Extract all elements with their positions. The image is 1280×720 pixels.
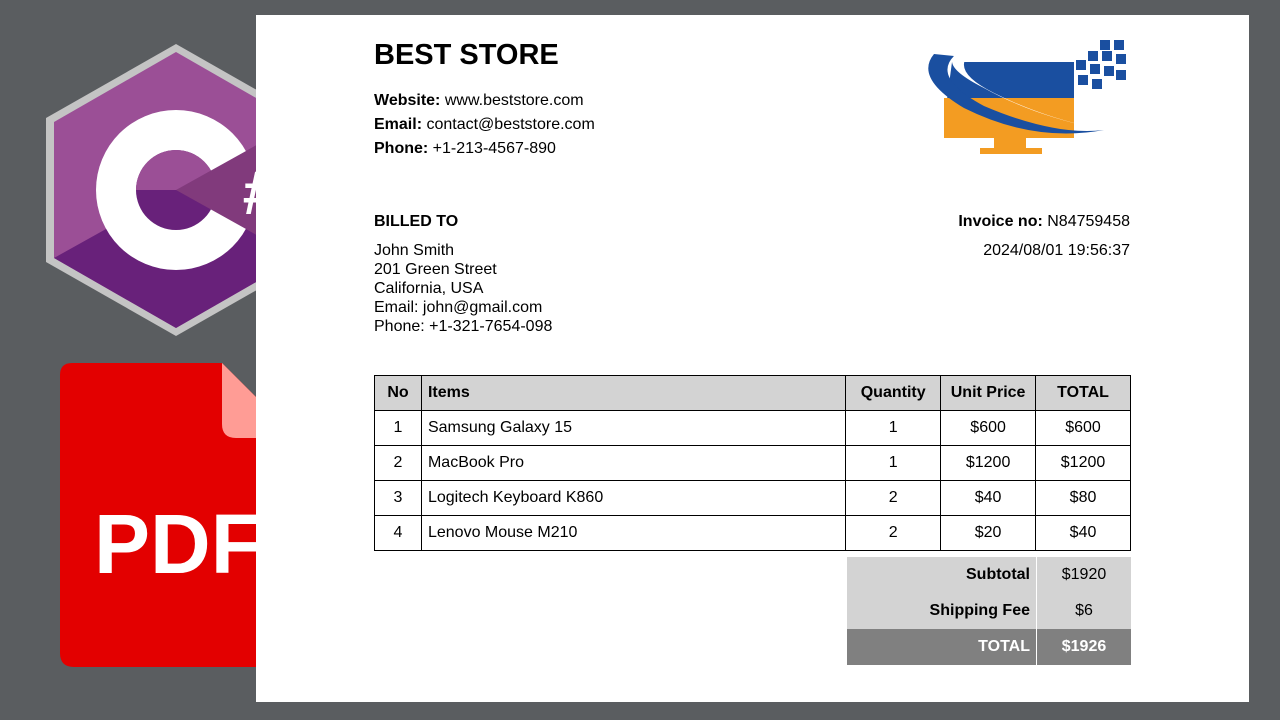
cell-unit-price: $600 <box>940 410 1037 446</box>
cell-quantity: 1 <box>845 410 942 446</box>
email-value: contact@beststore.com <box>426 116 595 133</box>
invoice-number-line: Invoice no: N84759458 <box>958 213 1130 231</box>
grand-total-value: $1926 <box>1036 629 1131 665</box>
cell-total: $1200 <box>1035 445 1131 481</box>
cell-item: Samsung Galaxy 15 <box>420 410 847 446</box>
email-label: Email: <box>374 116 423 133</box>
billed-to-heading: BILLED TO <box>374 213 459 230</box>
cell-item: MacBook Pro <box>420 445 847 481</box>
col-header-no: No <box>374 375 422 411</box>
subtotal-row: Subtotal $1920 <box>847 557 1131 593</box>
grand-total-label: TOTAL <box>978 638 1030 655</box>
cell-total: $80 <box>1035 480 1131 516</box>
pdf-label: PDF <box>94 497 262 591</box>
store-name: BEST STORE <box>374 39 559 71</box>
cell-unit-price: $1200 <box>940 445 1037 481</box>
billed-email: Email: john@gmail.com <box>374 299 543 316</box>
cell-unit-price: $40 <box>940 480 1037 516</box>
subtotal-value: $1920 <box>1036 557 1131 593</box>
table-row: 4 Lenovo Mouse M210 2 $20 $40 <box>374 515 1131 551</box>
shipping-value: $6 <box>1036 593 1131 629</box>
website-line: Website: www.beststore.com <box>374 92 584 110</box>
totals-block: Subtotal $1920 Shipping Fee $6 TOTAL $19… <box>847 557 1131 665</box>
phone-line: Phone: +1-213-4567-890 <box>374 140 556 158</box>
invoice-number: N84759458 <box>1047 213 1130 230</box>
table-row: 1 Samsung Galaxy 15 1 $600 $600 <box>374 410 1131 446</box>
email-line: Email: contact@beststore.com <box>374 116 595 134</box>
billed-region: California, USA <box>374 280 484 297</box>
billed-name: John Smith <box>374 242 455 259</box>
invoice-number-label: Invoice no: <box>958 213 1043 230</box>
cell-quantity: 1 <box>845 445 942 481</box>
table-header-row: No Items Quantity Unit Price TOTAL <box>374 375 1131 411</box>
website-value: www.beststore.com <box>444 92 584 109</box>
website-label: Website: <box>374 92 441 109</box>
items-table: No Items Quantity Unit Price TOTAL 1 Sam… <box>374 375 1131 551</box>
subtotal-label: Subtotal <box>966 566 1030 583</box>
cell-no: 1 <box>374 410 422 446</box>
cell-quantity: 2 <box>845 515 942 551</box>
cell-total: $40 <box>1035 515 1131 551</box>
cell-no: 4 <box>374 515 422 551</box>
store-logo-icon <box>928 40 1126 154</box>
col-header-items: Items <box>420 375 847 411</box>
billed-phone: Phone: +1-321-7654-098 <box>374 318 553 335</box>
table-row: 2 MacBook Pro 1 $1200 $1200 <box>374 445 1131 481</box>
shipping-row: Shipping Fee $6 <box>847 593 1131 629</box>
grand-total-row: TOTAL $1926 <box>847 629 1131 665</box>
cell-item: Logitech Keyboard K860 <box>420 480 847 516</box>
invoice-datetime: 2024/08/01 19:56:37 <box>983 242 1130 259</box>
billed-street: 201 Green Street <box>374 261 497 278</box>
cell-total: $600 <box>1035 410 1131 446</box>
cell-item: Lenovo Mouse M210 <box>420 515 847 551</box>
cell-no: 3 <box>374 480 422 516</box>
phone-label: Phone: <box>374 140 429 157</box>
cell-quantity: 2 <box>845 480 942 516</box>
table-row: 3 Logitech Keyboard K860 2 $40 $80 <box>374 480 1131 516</box>
phone-value: +1-213-4567-890 <box>432 140 556 157</box>
shipping-label: Shipping Fee <box>929 602 1030 619</box>
col-header-unit-price: Unit Price <box>940 375 1037 411</box>
cell-unit-price: $20 <box>940 515 1037 551</box>
col-header-quantity: Quantity <box>845 375 942 411</box>
col-header-total: TOTAL <box>1035 375 1131 411</box>
cell-no: 2 <box>374 445 422 481</box>
